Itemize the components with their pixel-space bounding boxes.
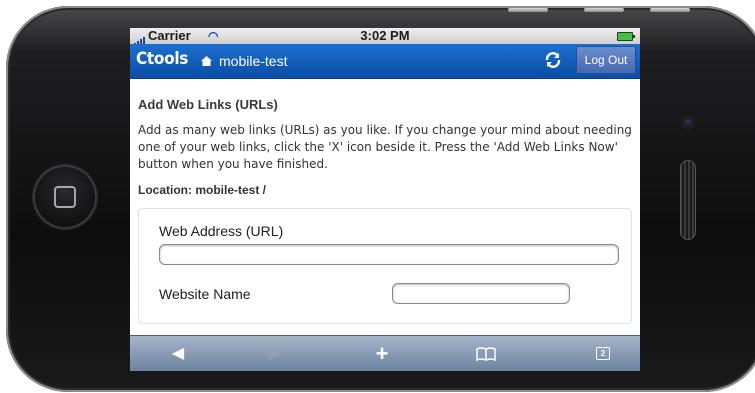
mute-switch: [650, 8, 690, 12]
status-bar: Carrier ◠ 3:02 PM: [130, 28, 640, 46]
site-name[interactable]: mobile-test: [219, 53, 287, 69]
instructions-text: Add as many web links (URLs) as you like…: [138, 123, 632, 171]
camera-icon: [683, 117, 693, 127]
web-link-form: Web Address (URL) Website Name: [138, 208, 632, 324]
url-label: Web Address (URL): [159, 223, 284, 239]
home-square-icon: [54, 186, 76, 208]
home-button[interactable]: [33, 165, 97, 229]
speaker-grille: [680, 160, 696, 240]
bookmarks-icon[interactable]: [466, 336, 506, 371]
browser-toolbar: ◀ ▶ + 2: [130, 335, 640, 371]
website-name-row: Website Name: [159, 283, 621, 316]
website-name-input[interactable]: [392, 283, 570, 304]
page-title: Add Web Links (URLs): [138, 97, 278, 112]
app-brand[interactable]: Ctools: [136, 49, 188, 69]
app-header: Ctools mobile-test Log Out: [130, 44, 640, 79]
battery-icon: [617, 32, 635, 41]
url-input[interactable]: [159, 244, 619, 265]
page-content: Add Web Links (URLs) Add as many web lin…: [130, 97, 640, 324]
volume-up-button: [508, 8, 548, 12]
status-time: 3:02 PM: [360, 28, 410, 43]
location-breadcrumb: Location: mobile-test /: [138, 183, 267, 197]
home-icon[interactable]: [201, 56, 212, 66]
back-icon[interactable]: ◀: [158, 336, 198, 371]
phone-screen: Carrier ◠ 3:02 PM Ctools mobile-test Log…: [130, 28, 640, 371]
tabs-count: 2: [596, 347, 610, 360]
website-name-label: Website Name: [159, 286, 251, 302]
logout-button[interactable]: Log Out: [576, 46, 636, 74]
sync-icon[interactable]: [544, 51, 562, 69]
volume-down-button: [584, 8, 624, 12]
add-icon[interactable]: +: [362, 336, 402, 371]
forward-icon[interactable]: ▶: [255, 336, 295, 371]
tabs-icon[interactable]: 2: [582, 336, 622, 371]
